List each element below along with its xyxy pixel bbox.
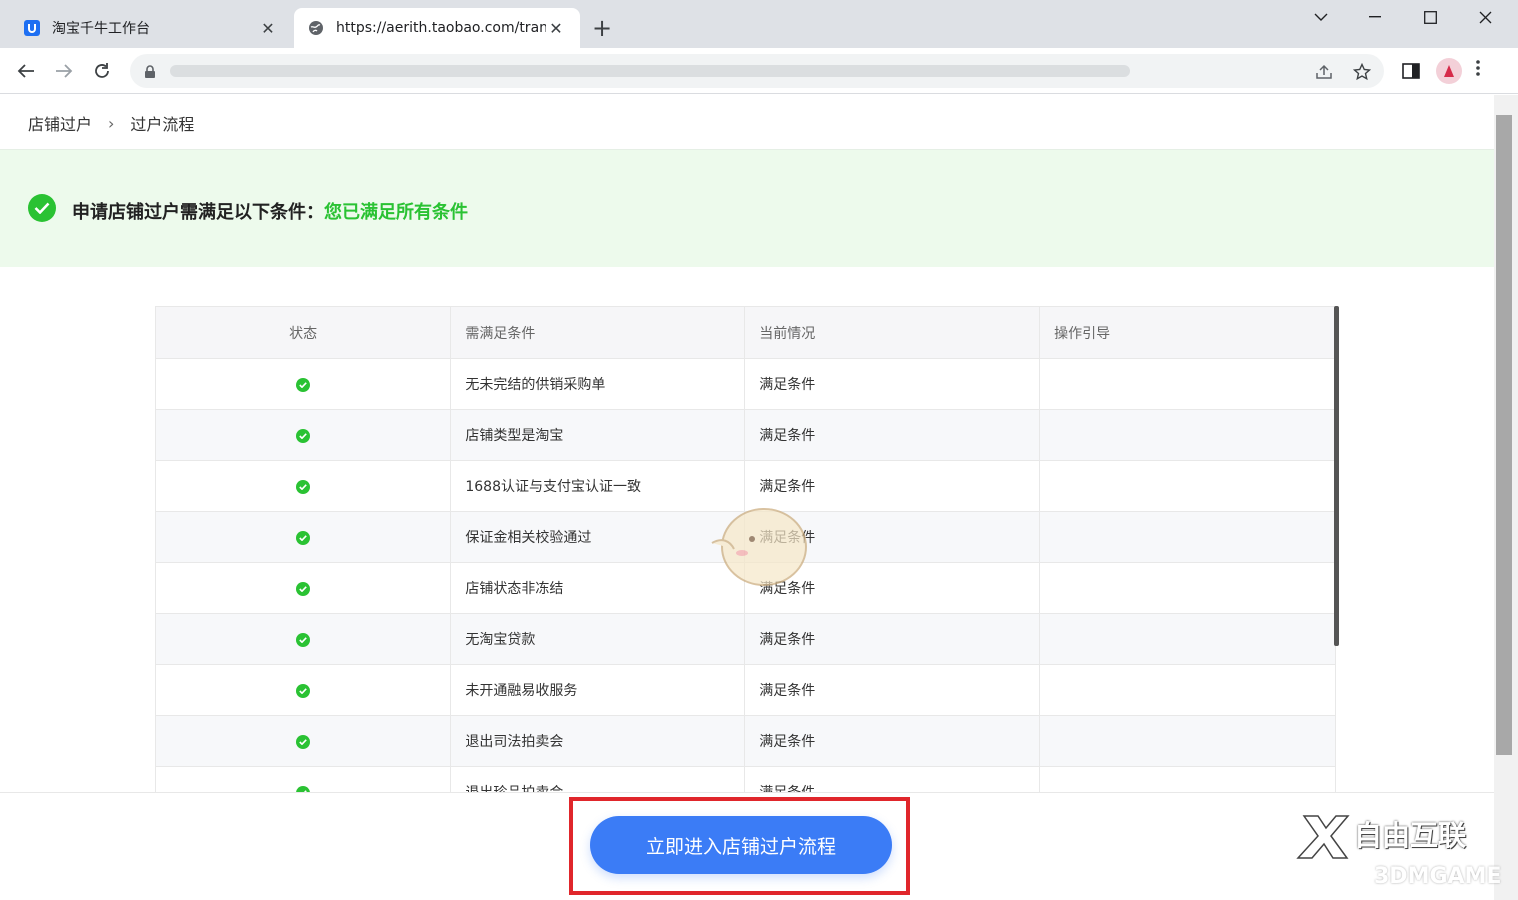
page-scrollbar[interactable] <box>1494 95 1518 900</box>
check-circle-icon <box>296 429 311 443</box>
column-header-condition: 需满足条件 <box>450 306 746 359</box>
status-cell <box>156 562 452 614</box>
guide-cell <box>1039 766 1336 792</box>
new-tab-button[interactable]: + <box>592 14 612 42</box>
back-icon[interactable] <box>13 58 39 84</box>
condition-cell: 退出珍品拍卖会 <box>450 766 746 792</box>
share-icon[interactable] <box>1314 62 1334 82</box>
star-icon[interactable] <box>1352 62 1372 82</box>
more-menu-icon[interactable] <box>1476 58 1480 82</box>
watermark-mascot <box>708 503 812 589</box>
tab-close-icon[interactable]: ✕ <box>546 19 566 38</box>
breadcrumb-shop-transfer[interactable]: 店铺过户 <box>28 111 92 135</box>
column-header-current: 当前情况 <box>744 306 1041 359</box>
banner-message: 申请店铺过户需满足以下条件：您已满足所有条件 <box>72 198 468 224</box>
qianniu-logo-icon <box>24 20 40 36</box>
condition-cell: 1688认证与支付宝认证一致 <box>450 460 746 512</box>
address-bar[interactable] <box>130 54 1384 88</box>
banner-status-text: 您已满足所有条件 <box>324 202 468 223</box>
table-header-row: 状态 需满足条件 当前情况 操作引导 <box>156 306 1336 359</box>
watermark: 自由互联 3DMGAME <box>1296 812 1506 892</box>
page-content: 店铺过户 › 过户流程 申请店铺过户需满足以下条件：您已满足所有条件 状态 需满… <box>0 95 1494 900</box>
current-status-cell: 满足条件 <box>744 766 1041 792</box>
current-status-cell: 满足条件 <box>744 358 1041 410</box>
minimize-icon[interactable] <box>1348 6 1402 28</box>
close-window-icon[interactable] <box>1458 6 1512 28</box>
check-circle-icon <box>296 684 311 698</box>
tab-title: 淘宝千牛工作台 <box>52 21 150 37</box>
tab-qianniu[interactable]: 淘宝千牛工作台 ✕ <box>10 8 292 48</box>
banner-requirement-text: 申请店铺过户需满足以下条件： <box>72 202 324 223</box>
guide-cell <box>1039 460 1336 512</box>
check-circle-icon <box>296 582 311 596</box>
column-header-status: 状态 <box>156 306 452 359</box>
condition-cell: 无淘宝贷款 <box>450 613 746 665</box>
page-scrollbar-thumb[interactable] <box>1496 115 1512 755</box>
current-status-cell: 满足条件 <box>744 715 1041 767</box>
guide-cell <box>1039 511 1336 563</box>
current-status-cell: 满足条件 <box>744 409 1041 461</box>
tab-strip: 淘宝千牛工作台 ✕ https://aerith.taobao.com/tran… <box>0 0 1518 48</box>
table-row: 退出司法拍卖会 满足条件 <box>156 715 1336 767</box>
guide-cell <box>1039 409 1336 461</box>
table-row: 未开通融易收服务 满足条件 <box>156 664 1336 716</box>
status-cell <box>156 511 452 563</box>
guide-cell <box>1039 613 1336 665</box>
reload-icon[interactable] <box>89 58 115 84</box>
forward-icon[interactable] <box>51 58 77 84</box>
table-row: 退出珍品拍卖会满足条件 <box>156 766 1336 792</box>
condition-cell: 保证金相关校验通过 <box>450 511 746 563</box>
breadcrumb-transfer-process: 过户流程 <box>130 115 195 134</box>
watermark-title: 自由互联 <box>1354 819 1467 852</box>
conditions-banner: 申请店铺过户需满足以下条件：您已满足所有条件 <box>0 149 1494 267</box>
enter-transfer-process-button[interactable]: 立即进入店铺过户流程 <box>590 816 892 874</box>
profile-avatar[interactable] <box>1436 58 1462 84</box>
condition-cell: 退出司法拍卖会 <box>450 715 746 767</box>
condition-cell: 店铺类型是淘宝 <box>450 409 746 461</box>
current-status-cell: 满足条件 <box>744 664 1041 716</box>
guide-cell <box>1039 562 1336 614</box>
browser-window: 淘宝千牛工作台 ✕ https://aerith.taobao.com/tran… <box>0 0 1518 900</box>
status-cell <box>156 766 452 792</box>
page-footer: 立即进入店铺过户流程 <box>0 792 1494 900</box>
table-row: 无未完结的供销采购单 满足条件 <box>156 358 1336 410</box>
guide-cell <box>1039 358 1336 410</box>
status-cell <box>156 460 452 512</box>
browser-toolbar <box>0 48 1518 94</box>
check-circle-icon <box>28 194 56 222</box>
maximize-icon[interactable] <box>1403 6 1457 28</box>
watermark-logo-icon <box>1296 815 1350 859</box>
table-scrollbar[interactable] <box>1334 306 1339 646</box>
side-panel-icon[interactable] <box>1398 58 1424 84</box>
check-circle-icon <box>296 531 311 545</box>
check-circle-icon <box>296 633 311 647</box>
status-cell <box>156 358 452 410</box>
check-circle-icon <box>296 480 311 494</box>
globe-icon <box>308 20 324 36</box>
breadcrumb-separator: › <box>108 113 115 133</box>
column-header-guide: 操作引导 <box>1039 306 1336 359</box>
breadcrumb: 店铺过户 › 过户流程 <box>28 111 194 135</box>
status-cell <box>156 409 452 461</box>
tab-aerith[interactable]: https://aerith.taobao.com/tran ✕ <box>294 8 580 48</box>
tab-title: https://aerith.taobao.com/tran <box>336 20 546 36</box>
blurred-url <box>170 65 1130 77</box>
condition-cell: 无未完结的供销采购单 <box>450 358 746 410</box>
check-circle-icon <box>296 378 311 392</box>
tab-search-icon[interactable] <box>1294 6 1348 28</box>
lock-icon[interactable] <box>140 62 160 82</box>
status-cell <box>156 664 452 716</box>
status-cell <box>156 715 452 767</box>
watermark-sub: 3DMGAME <box>1374 864 1502 889</box>
tab-close-icon[interactable]: ✕ <box>258 19 278 38</box>
condition-cell: 未开通融易收服务 <box>450 664 746 716</box>
condition-cell: 店铺状态非冻结 <box>450 562 746 614</box>
table-row: 店铺类型是淘宝 满足条件 <box>156 409 1336 461</box>
guide-cell <box>1039 715 1336 767</box>
current-status-cell: 满足条件 <box>744 613 1041 665</box>
guide-cell <box>1039 664 1336 716</box>
check-circle-icon <box>296 735 311 749</box>
status-cell <box>156 613 452 665</box>
table-row: 无淘宝贷款 满足条件 <box>156 613 1336 665</box>
